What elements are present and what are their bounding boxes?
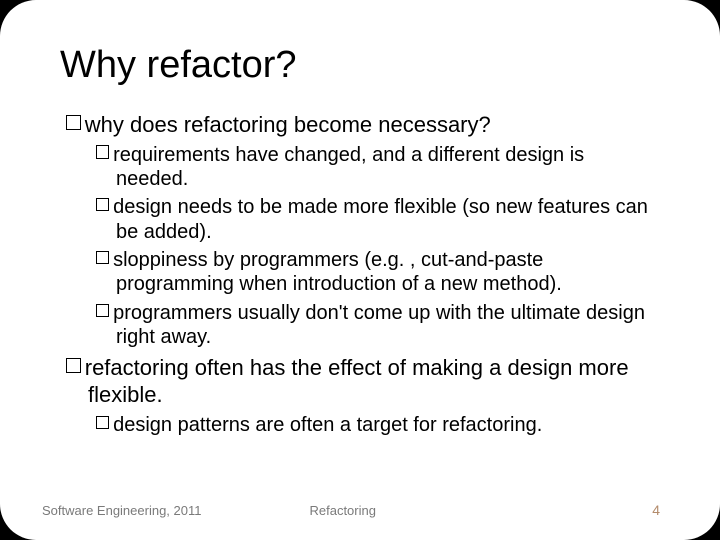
square-bullet-icon bbox=[96, 416, 109, 429]
slide: Why refactor? why does refactoring becom… bbox=[0, 0, 720, 540]
slide-title: Why refactor? bbox=[60, 44, 660, 87]
square-bullet-icon bbox=[66, 358, 81, 373]
bullet-level1: refactoring often has the effect of maki… bbox=[66, 354, 660, 409]
footer-center: Refactoring bbox=[201, 503, 652, 518]
bullet-text: design patterns are often a target for r… bbox=[113, 414, 542, 436]
bullet-text: programmers usually don't come up with t… bbox=[113, 302, 645, 348]
page-number: 4 bbox=[652, 502, 660, 518]
square-bullet-icon bbox=[96, 251, 109, 264]
bullet-text: why does refactoring become necessary? bbox=[85, 112, 491, 137]
footer-left: Software Engineering, 2011 bbox=[42, 503, 201, 518]
bullet-level2: design needs to be made more flexible (s… bbox=[96, 195, 660, 244]
bullet-text: requirements have changed, and a differe… bbox=[113, 144, 584, 190]
square-bullet-icon bbox=[96, 198, 109, 211]
square-bullet-icon bbox=[96, 304, 109, 317]
bullet-level2: design patterns are often a target for r… bbox=[96, 413, 660, 437]
slide-footer: Software Engineering, 2011 Refactoring 4 bbox=[0, 502, 720, 518]
bullet-level2: programmers usually don't come up with t… bbox=[96, 301, 660, 350]
bullet-level2: requirements have changed, and a differe… bbox=[96, 143, 660, 192]
square-bullet-icon bbox=[96, 145, 109, 158]
square-bullet-icon bbox=[66, 115, 81, 130]
bullet-level2: sloppiness by programmers (e.g. , cut-an… bbox=[96, 248, 660, 297]
bullet-text: design needs to be made more flexible (s… bbox=[113, 196, 648, 242]
bullet-level1: why does refactoring become necessary? bbox=[66, 111, 660, 139]
bullet-text: refactoring often has the effect of maki… bbox=[85, 355, 629, 408]
bullet-text: sloppiness by programmers (e.g. , cut-an… bbox=[113, 249, 562, 295]
